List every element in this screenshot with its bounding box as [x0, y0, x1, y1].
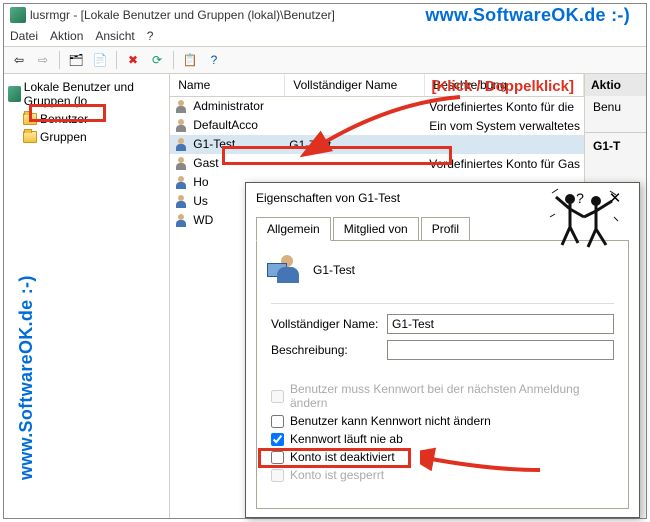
actions-header: Aktio — [585, 74, 646, 96]
menu-aktion[interactable]: Aktion — [50, 29, 83, 43]
tree-root[interactable]: Lokale Benutzer und Gruppen (lo — [6, 78, 167, 110]
desc-input[interactable] — [387, 340, 614, 360]
tree-item-gruppen[interactable]: Gruppen — [20, 128, 167, 146]
menu-bar: Datei Aktion Ansicht ? — [4, 26, 646, 46]
table-row[interactable]: G1-Test G1-Test — [170, 135, 584, 154]
chk-deactivated[interactable] — [271, 451, 284, 464]
window-title: lusrmgr - [Lokale Benutzer und Gruppen (… — [30, 8, 335, 22]
annotation-klick: [Klick / Doppelklick] — [431, 78, 574, 95]
delete-button[interactable]: ✖ — [122, 49, 144, 71]
watermark-top: www.SoftwareOK.de :-) — [425, 5, 630, 26]
app-icon — [10, 7, 26, 23]
tree-item-benutzer[interactable]: Benutzer — [20, 110, 167, 128]
user-icon — [174, 194, 190, 210]
folder-icon — [23, 131, 37, 143]
chk-must-change — [271, 390, 284, 403]
tab-mitglied[interactable]: Mitglied von — [333, 217, 419, 240]
col-full[interactable]: Vollständiger Name — [285, 74, 425, 96]
col-name[interactable]: Name — [170, 74, 285, 96]
tree-label-benutzer: Benutzer — [40, 112, 88, 126]
action-item[interactable]: G1-T — [585, 132, 646, 157]
cell-name: DefaultAcco — [193, 118, 258, 132]
chk-deactivated-label: Konto ist deaktiviert — [290, 450, 395, 464]
cell-fullname: G1-Test — [285, 138, 425, 152]
dancing-figures-icon — [548, 187, 620, 259]
tree-root-icon — [8, 86, 21, 102]
menu-help[interactable]: ? — [147, 29, 154, 43]
user-icon — [174, 99, 190, 115]
cell-name: WD — [193, 213, 213, 227]
tab-content: G1-Test Vollständiger Name: Beschreibung… — [256, 241, 629, 509]
chk-must-change-label: Benutzer muss Kennwort bei der nächsten … — [290, 382, 614, 410]
export-button[interactable]: 📋 — [179, 49, 201, 71]
cell-desc: Vordefiniertes Konto für die — [425, 100, 584, 114]
props-button[interactable]: 📄 — [89, 49, 111, 71]
dialog-username: G1-Test — [313, 263, 355, 277]
user-icon — [174, 175, 190, 191]
tab-allgemein[interactable]: Allgemein — [256, 217, 331, 241]
cell-desc: Vordefiniertes Konto für Gas — [425, 157, 584, 171]
chk-locked-row: Konto ist gesperrt — [271, 468, 614, 482]
watermark-side: www.SoftwareOK.de :-) — [16, 275, 37, 480]
table-row[interactable]: Gast Vordefiniertes Konto für Gas — [170, 154, 584, 173]
tab-profil[interactable]: Profil — [421, 217, 470, 240]
cell-name: G1-Test — [193, 137, 235, 151]
chk-cannot-change-label: Benutzer kann Kennwort nicht ändern — [290, 414, 491, 428]
chk-never-expires-row[interactable]: Kennwort läuft nie ab — [271, 432, 614, 446]
table-row[interactable]: DefaultAcco Ein vom System verwaltetes — [170, 116, 584, 135]
tree-label-gruppen: Gruppen — [40, 130, 87, 144]
chk-deactivated-row[interactable]: Konto ist deaktiviert — [271, 450, 614, 464]
cell-name: Gast — [193, 156, 218, 170]
table-row[interactable]: Administrator Vordefiniertes Konto für di… — [170, 97, 584, 116]
chk-must-change-row: Benutzer muss Kennwort bei der nächsten … — [271, 382, 614, 410]
refresh-button[interactable]: ⟳ — [146, 49, 168, 71]
toolbar: ⇦ ⇨ 🗂 📄 ✖ ⟳ 📋 ? — [4, 46, 646, 74]
user-icon — [174, 213, 190, 229]
menu-ansicht[interactable]: Ansicht — [95, 29, 134, 43]
cell-name: Us — [193, 194, 208, 208]
menu-datei[interactable]: Datei — [10, 29, 38, 43]
cell-desc: Ein vom System verwaltetes — [425, 119, 584, 133]
tree-root-label: Lokale Benutzer und Gruppen (lo — [24, 80, 165, 108]
up-button[interactable]: 🗂 — [65, 49, 87, 71]
user-icon — [174, 118, 190, 134]
chk-locked — [271, 469, 284, 482]
fullname-label: Vollständiger Name: — [271, 317, 381, 331]
cell-name: Administrator — [193, 99, 264, 113]
action-item[interactable]: Benu — [585, 96, 646, 118]
forward-button[interactable]: ⇨ — [32, 49, 54, 71]
chk-never-expires[interactable] — [271, 433, 284, 446]
help-button[interactable]: ? — [203, 49, 225, 71]
chk-cannot-change[interactable] — [271, 415, 284, 428]
user-icon — [174, 137, 190, 153]
folder-icon — [23, 113, 37, 125]
dialog-title: Eigenschaften von G1-Test — [256, 191, 565, 205]
cell-name: Ho — [193, 175, 208, 189]
chk-locked-label: Konto ist gesperrt — [290, 468, 384, 482]
user-icon — [271, 253, 305, 287]
desc-label: Beschreibung: — [271, 343, 381, 357]
chk-cannot-change-row[interactable]: Benutzer kann Kennwort nicht ändern — [271, 414, 614, 428]
chk-never-expires-label: Kennwort läuft nie ab — [290, 432, 403, 446]
user-icon — [174, 156, 190, 172]
fullname-input[interactable] — [387, 314, 614, 334]
back-button[interactable]: ⇦ — [8, 49, 30, 71]
